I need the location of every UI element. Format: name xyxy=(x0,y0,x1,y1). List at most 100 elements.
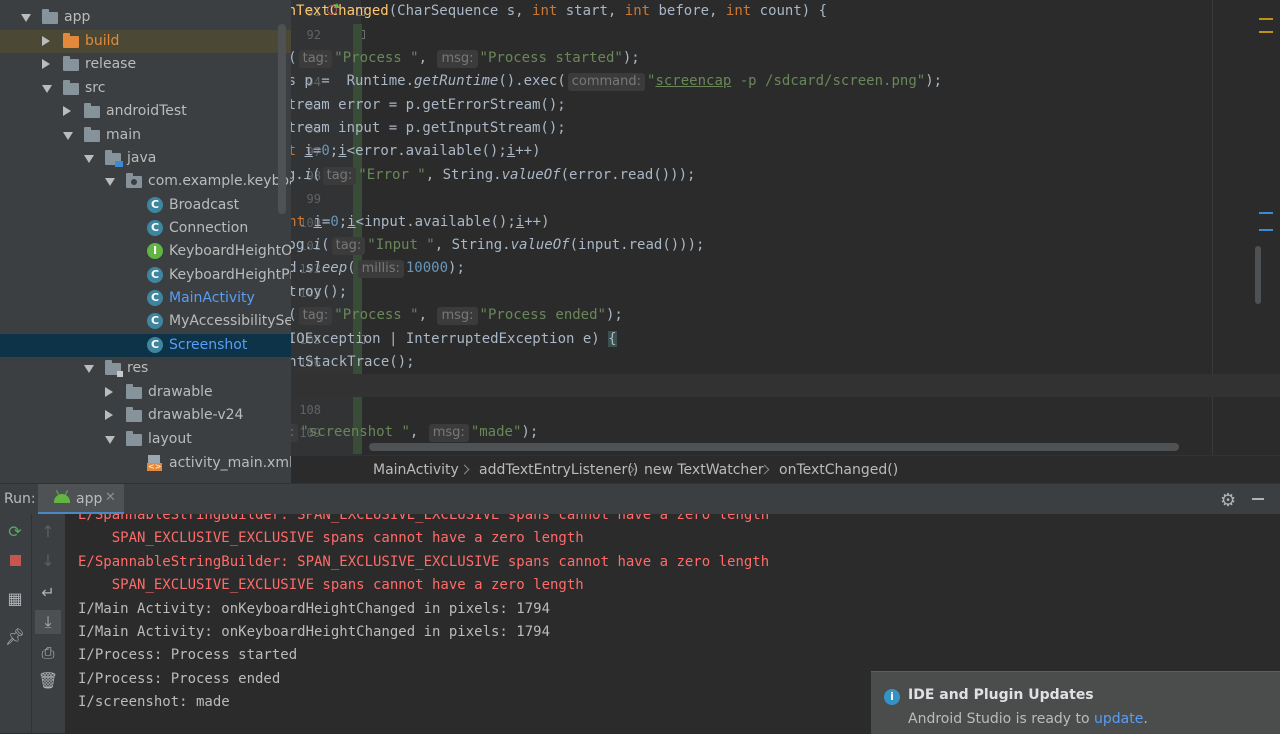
tree-item[interactable]: release xyxy=(0,53,291,76)
up-arrow-icon[interactable]: ↑ xyxy=(37,523,59,541)
pin-icon[interactable]: 📌︎ xyxy=(4,628,26,646)
tree-item-label: KeyboardHeightPro xyxy=(169,267,291,283)
breadcrumb-item[interactable]: addTextEntryListener() xyxy=(479,456,638,484)
soft-wrap-icon[interactable]: ↵ xyxy=(37,584,59,602)
package-icon xyxy=(126,173,142,188)
code-line[interactable]: Log.i(tag:"Input ", String.valueOf(input… xyxy=(291,234,1280,257)
tree-item[interactable]: com.example.keyboard xyxy=(0,170,291,193)
tree-item-label: build xyxy=(85,33,120,49)
code-token: InputStream input = p.getInputStream(); xyxy=(291,120,566,136)
editor-horizontal-scrollbar[interactable] xyxy=(369,443,1179,451)
code-token: ); xyxy=(448,260,465,277)
run-tab-app[interactable]: app ✕ xyxy=(38,484,124,515)
run-label: Run: xyxy=(4,491,36,507)
chevron-down-icon[interactable] xyxy=(105,178,115,186)
update-link[interactable]: update xyxy=(1094,711,1143,727)
down-arrow-icon[interactable]: ↓ xyxy=(37,552,59,570)
code-line[interactable]: try { xyxy=(291,23,1280,46)
tree-item[interactable]: C KeyboardHeightPro xyxy=(0,264,291,287)
resource-folder-icon xyxy=(105,360,123,377)
code-line[interactable]: InputStream input = p.getInputStream(); xyxy=(291,117,1280,140)
chevron-right-icon[interactable] xyxy=(63,106,71,116)
chevron-down-icon[interactable] xyxy=(63,132,73,140)
code-token: { xyxy=(608,330,617,347)
tree-item[interactable]: androidTest xyxy=(0,100,291,123)
editor-vertical-scrollbar[interactable] xyxy=(1255,246,1261,304)
code-line[interactable]: InputStream error = p.getErrorStream(); xyxy=(291,94,1280,117)
tree-item[interactable]: java xyxy=(0,147,291,170)
project-tree-panel: app build release src androidTest main java com… xyxy=(0,0,291,483)
minimize-icon[interactable] xyxy=(1252,498,1264,500)
breadcrumb-item[interactable]: onTextChanged() xyxy=(779,456,898,484)
chevron-down-icon[interactable] xyxy=(21,14,31,22)
tree-item-label: drawable xyxy=(148,384,213,400)
tree-item[interactable]: app xyxy=(0,6,291,29)
breadcrumb-item[interactable]: new TextWatcher xyxy=(644,456,764,484)
tree-item[interactable]: layout xyxy=(0,428,291,451)
code-editor[interactable]: 9192939495969798991001011021031041051061… xyxy=(291,0,1280,455)
tree-item[interactable]: C Screenshot xyxy=(0,334,291,357)
tree-item[interactable]: I KeyboardHeightOb xyxy=(0,240,291,263)
chevron-right-icon[interactable] xyxy=(42,59,50,69)
chevron-right-icon[interactable] xyxy=(105,410,113,420)
code-line[interactable]: public void onTextChanged(CharSequence s… xyxy=(291,0,1280,23)
folder-icon xyxy=(126,384,142,399)
tree-item[interactable]: drawable-v24 xyxy=(0,404,291,427)
tree-item[interactable]: activity_main.xml xyxy=(0,452,291,475)
scroll-to-end-icon[interactable]: ⤓ xyxy=(35,610,61,634)
layout-icon[interactable]: ▦ xyxy=(4,590,26,608)
code-token: Thread. xyxy=(291,260,306,277)
update-notification[interactable]: i IDE and Plugin Updates Android Studio … xyxy=(871,671,1280,734)
tree-item[interactable]: build xyxy=(0,30,291,53)
code-line[interactable]: } catch (IOException | InterruptedExcept… xyxy=(291,328,1280,351)
chevron-right-icon[interactable] xyxy=(105,387,113,397)
code-line[interactable]: Log.i(tag:"screenshot ", msg:"made"); xyxy=(291,421,1280,444)
chevron-down-icon[interactable] xyxy=(84,365,94,373)
info-icon: i xyxy=(884,689,900,705)
rerun-icon[interactable]: ⟳ xyxy=(4,523,26,541)
code-token: int xyxy=(291,143,297,160)
folder-icon xyxy=(63,56,79,71)
tree-item[interactable]: src xyxy=(0,77,291,100)
gear-icon[interactable]: ⚙ xyxy=(1220,490,1236,511)
code-line[interactable]: for(int i=0;i<error.available();i++) xyxy=(291,140,1280,163)
tree-item[interactable]: C MyAccessibilityServ xyxy=(0,310,291,333)
chevron-down-icon[interactable] xyxy=(42,85,52,93)
code-token: ( xyxy=(312,166,321,183)
code-line[interactable]: e.printStackTrace(); xyxy=(291,351,1280,374)
tree-item-label: Connection xyxy=(169,220,249,236)
code-line[interactable]: } xyxy=(291,374,1280,398)
parameter-hint: millis: xyxy=(357,260,404,279)
stop-icon[interactable] xyxy=(4,552,26,570)
breadcrumb-item[interactable]: MainActivity xyxy=(373,456,459,484)
tree-item[interactable]: drawable xyxy=(0,381,291,404)
console-line: E/SpannableStringBuilder: SPAN_EXCLUSIVE… xyxy=(78,553,770,570)
tree-item[interactable]: C Broadcast xyxy=(0,194,291,217)
console-line: I/screenshot: made xyxy=(78,694,230,711)
close-tab-icon[interactable]: ✕ xyxy=(105,490,116,505)
print-icon[interactable]: ⎙ xyxy=(37,644,59,662)
code-line[interactable]: Log.i(tag:"Process ", msg:"Process ended… xyxy=(291,304,1280,327)
code-token: screencap xyxy=(655,73,732,90)
trash-icon[interactable]: 🗑︎ xyxy=(37,672,59,690)
chevron-right-icon[interactable] xyxy=(42,36,50,46)
code-line[interactable]: Log.i(tag:"Process ", msg:"Process start… xyxy=(291,47,1280,70)
code-line[interactable] xyxy=(291,398,1280,421)
tree-item[interactable]: C MainActivity xyxy=(0,287,291,310)
code-line[interactable]: Thread.sleep(millis:10000); xyxy=(291,257,1280,280)
tree-scrollbar[interactable] xyxy=(278,24,286,214)
code-line[interactable]: for(int i=0;i<input.available();i++) xyxy=(291,211,1280,234)
tree-item[interactable]: main xyxy=(0,124,291,147)
console-line: I/Process: Process ended xyxy=(78,670,281,687)
tree-item[interactable]: res xyxy=(0,357,291,380)
code-token: ++) xyxy=(524,213,550,230)
notification-body: Android Studio is ready to update. xyxy=(908,711,1148,727)
chevron-down-icon[interactable] xyxy=(84,155,94,163)
tree-item[interactable]: C Connection xyxy=(0,217,291,240)
code-line[interactable]: Process p = Runtime.getRuntime().exec(co… xyxy=(291,70,1280,93)
code-line[interactable] xyxy=(291,187,1280,210)
code-line[interactable]: Log.i(tag:"Error ", String.valueOf(error… xyxy=(291,164,1280,187)
class-icon: C xyxy=(147,197,163,213)
chevron-down-icon[interactable] xyxy=(105,436,115,444)
code-line[interactable]: p.destroy(); xyxy=(291,281,1280,304)
